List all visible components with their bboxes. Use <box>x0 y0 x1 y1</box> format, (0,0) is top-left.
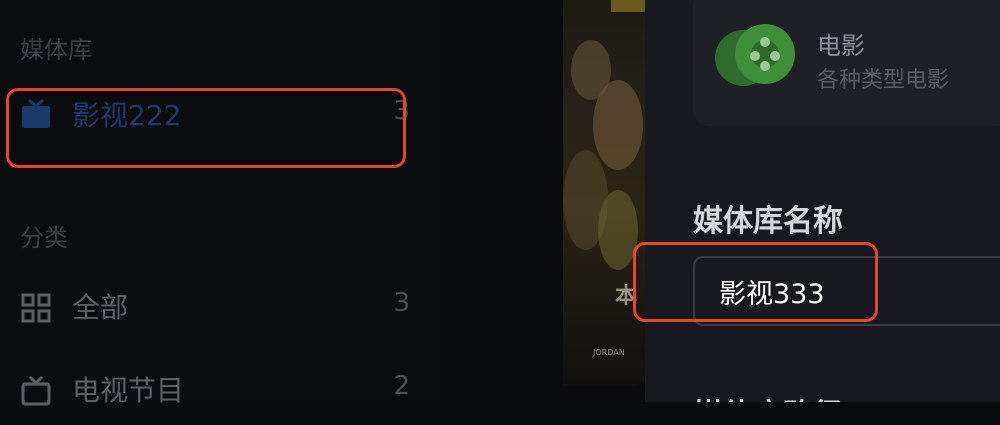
library-path-label: 媒体库路径 <box>693 390 843 402</box>
library-name-input[interactable] <box>693 256 1000 326</box>
poster-figure <box>598 190 638 270</box>
sidebar-item-all[interactable]: 全部 3 <box>0 272 432 342</box>
grid-icon <box>21 293 51 323</box>
sidebar-item-label: 电视节目 <box>72 374 185 407</box>
sidebar-item-library[interactable]: 影视222 3 <box>0 80 432 150</box>
sidebar-item-count: 3 <box>393 288 410 318</box>
sidebar-item-label: 全部 <box>72 291 129 324</box>
tv-icon <box>22 98 50 128</box>
poster-title-glyph: 本 <box>615 284 638 309</box>
tv-outline-icon <box>21 375 51 406</box>
sidebar: 媒体库 影视222 3 分类 全部 3 电视节目 2 <box>0 0 440 407</box>
sidebar-item-tv-shows[interactable]: 电视节目 2 <box>0 355 432 425</box>
library-type-card[interactable]: 电影 各种类型电影 <box>693 0 1000 126</box>
poster-caption: JORDAN <box>593 348 625 357</box>
sidebar-item-count: 2 <box>393 371 410 401</box>
poster-thumbnail[interactable]: 本 JORDAN <box>563 0 645 386</box>
library-name-label: 媒体库名称 <box>693 204 843 239</box>
library-type-description: 各种类型电影 <box>817 68 950 93</box>
film-reel-icon <box>715 24 795 86</box>
library-settings-panel: 电影 各种类型电影 媒体库名称 媒体库路径 <box>645 0 1000 402</box>
category-section-title: 分类 <box>20 224 68 252</box>
poster-figure <box>593 80 643 170</box>
library-type-title: 电影 <box>817 32 865 60</box>
library-section-title: 媒体库 <box>20 36 92 64</box>
poster-stripe <box>611 0 645 12</box>
sidebar-item-count: 3 <box>393 96 410 126</box>
sidebar-item-label: 影视222 <box>72 99 182 132</box>
